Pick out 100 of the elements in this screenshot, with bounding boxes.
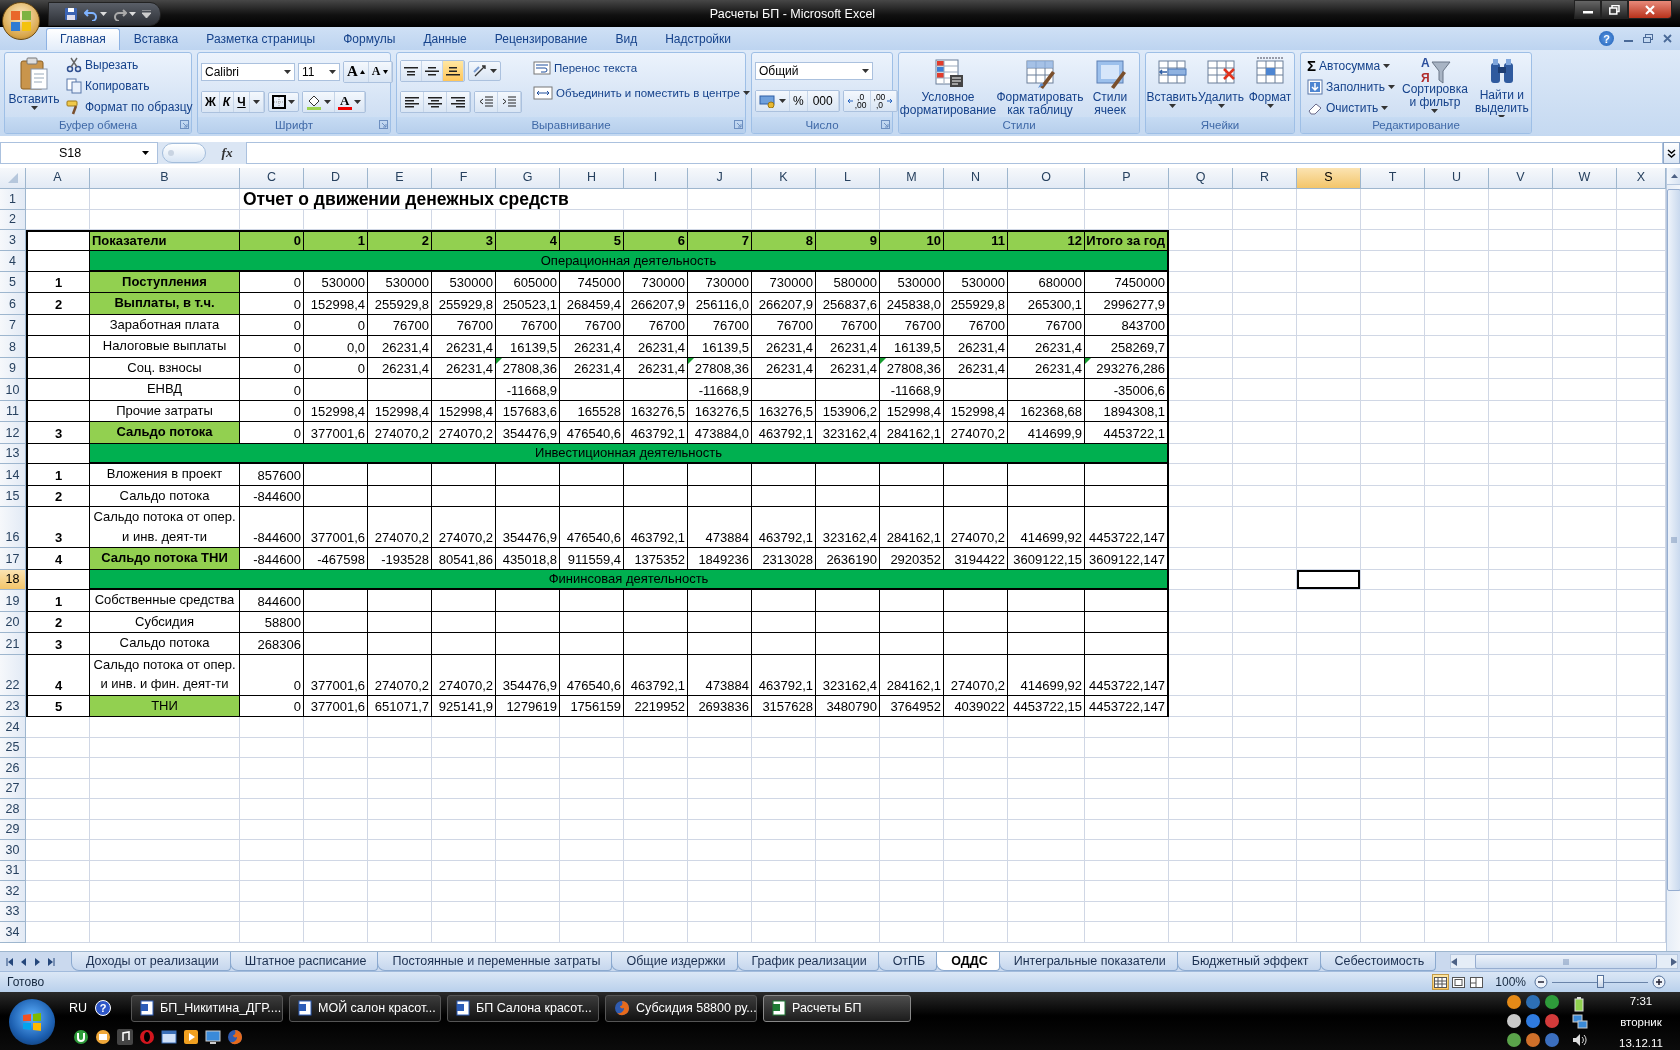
percent-button[interactable]: % [790, 91, 808, 112]
column-header[interactable]: E [368, 168, 432, 189]
increase-decimal-button[interactable]: ,0 ,00 [843, 91, 871, 112]
column-header[interactable]: L [816, 168, 880, 189]
wrap-text-button[interactable]: Перенос текста [532, 58, 751, 78]
row-number[interactable]: 22 [0, 654, 26, 696]
column-header[interactable]: I [624, 168, 688, 189]
row-number[interactable]: 1 [0, 189, 26, 210]
help-button[interactable]: ? [95, 1000, 111, 1016]
name-box[interactable]: S18 [0, 142, 158, 164]
number-format-field[interactable]: Общий [755, 61, 873, 80]
ribbon-tab[interactable]: Вставка [119, 28, 193, 50]
cells-button[interactable]: Вставить [1149, 55, 1195, 115]
column-header[interactable]: T [1361, 168, 1425, 189]
taskbar-button[interactable]: МОЙ салон красот... [289, 994, 441, 1022]
row-number[interactable]: 6 [0, 293, 26, 315]
row-number[interactable]: 25 [0, 737, 26, 758]
column-header[interactable]: U [1425, 168, 1489, 189]
row-number[interactable]: 31 [0, 860, 26, 881]
taskbar-button[interactable]: Субсидия 58800 ру... [605, 994, 757, 1022]
row-number[interactable]: 17 [0, 548, 26, 570]
column-header[interactable]: D [304, 168, 368, 189]
column-header[interactable]: A [26, 168, 90, 189]
taskbar-button[interactable]: Расчеты БП [763, 994, 911, 1022]
sheet-tab[interactable]: Интегральные показатели [998, 952, 1178, 971]
sheet-tab[interactable]: Бюджетный эффект [1176, 952, 1321, 971]
cut-button[interactable]: Вырезать [63, 55, 196, 75]
sheet-tab[interactable]: Общие издержки [611, 952, 738, 971]
thousands-format-button[interactable]: 000 [807, 91, 839, 112]
row-number[interactable]: 34 [0, 922, 26, 943]
row-number[interactable]: 16 [0, 507, 26, 548]
column-header[interactable]: N [944, 168, 1008, 189]
row-number[interactable]: 14 [0, 464, 26, 486]
row-number[interactable]: 12 [0, 422, 26, 444]
column-header[interactable]: K [752, 168, 816, 189]
bold-button[interactable]: Ж [202, 92, 220, 113]
row-number[interactable]: 28 [0, 799, 26, 820]
taskbar-button[interactable]: БП_Никитина_ДГР.... [131, 994, 283, 1022]
sort-filter-button[interactable]: А Я Сортировка и фильтр [1400, 55, 1469, 115]
ribbon-tab[interactable]: Надстройки [651, 28, 745, 50]
language-indicator[interactable]: RU [69, 1001, 89, 1015]
column-header[interactable]: P [1085, 168, 1169, 189]
merge-center-button[interactable]: Объединить и поместить в центре [532, 83, 751, 103]
row-number[interactable]: 11 [0, 400, 26, 422]
column-header[interactable]: S [1297, 168, 1361, 189]
ribbon-tab[interactable]: Формулы [329, 28, 410, 50]
column-header[interactable]: C [240, 168, 304, 189]
cells-button[interactable]: Формат [1247, 55, 1293, 115]
column-header[interactable]: F [432, 168, 496, 189]
row-number[interactable]: 4 [0, 251, 26, 272]
row-number[interactable]: 10 [0, 379, 26, 401]
copy-button[interactable]: Копировать [63, 76, 196, 96]
decrease-decimal-button[interactable]: ,00 ,0 [870, 91, 898, 112]
row-number[interactable]: 3 [0, 230, 26, 251]
row-number[interactable]: 33 [0, 901, 26, 922]
row-number[interactable]: 5 [0, 271, 26, 293]
row-number[interactable]: 8 [0, 336, 26, 358]
taskbar-button[interactable]: БП Салона красот... [447, 994, 599, 1022]
column-header[interactable]: G [496, 168, 560, 189]
ribbon-tab[interactable]: Данные [409, 28, 481, 50]
clear-button[interactable]: Очистить [1304, 98, 1398, 118]
shrink-font-button[interactable]: A [368, 61, 392, 82]
column-header[interactable]: O [1008, 168, 1085, 189]
column-header[interactable]: B [90, 168, 240, 189]
format-painter-button[interactable]: Формат по образцу [63, 97, 196, 117]
column-header[interactable]: W [1553, 168, 1617, 189]
sheet-tab[interactable]: Штатное расписание [229, 952, 379, 971]
row-number[interactable]: 15 [0, 485, 26, 507]
row-number[interactable]: 13 [0, 443, 26, 464]
column-header[interactable]: H [560, 168, 624, 189]
font-name-field[interactable]: Calibri [201, 62, 295, 81]
autosum-button[interactable]: Σ Автосумма [1304, 55, 1398, 76]
row-number[interactable]: 30 [0, 840, 26, 861]
insert-function-button[interactable]: fx [210, 142, 244, 164]
font-color-button[interactable]: A [334, 92, 365, 113]
row-number[interactable]: 18 [0, 569, 26, 590]
cells-button[interactable]: Удалить [1198, 55, 1244, 115]
column-header[interactable]: J [688, 168, 752, 189]
ribbon-tab[interactable]: Рецензирование [480, 28, 602, 50]
zoom-level[interactable]: 100% [1495, 975, 1526, 989]
sheet-tab[interactable]: Доходы от реализации [71, 952, 231, 971]
font-size-field[interactable]: 11 [298, 62, 340, 81]
row-number[interactable]: 9 [0, 357, 26, 379]
row-number[interactable]: 21 [0, 633, 26, 655]
row-number[interactable]: 26 [0, 758, 26, 779]
row-number[interactable]: 20 [0, 611, 26, 633]
row-number[interactable]: 2 [0, 209, 26, 230]
column-header[interactable]: M [880, 168, 944, 189]
column-header[interactable]: X [1617, 168, 1666, 189]
ribbon-tab[interactable]: Разметка страницы [192, 28, 330, 50]
row-number[interactable]: 7 [0, 314, 26, 336]
ribbon-tab[interactable]: Вид [601, 28, 652, 50]
column-header[interactable]: R [1233, 168, 1297, 189]
paste-button[interactable]: Вставить [8, 55, 60, 115]
row-number[interactable]: 32 [0, 881, 26, 902]
sheet-tab[interactable]: ОтПБ [877, 952, 938, 971]
grow-font-button[interactable]: A [344, 61, 369, 82]
sheet-tab[interactable]: ОДДС [936, 952, 1000, 971]
underline-button[interactable]: Ч [234, 92, 250, 113]
sheet-tab[interactable]: График реализации [736, 952, 879, 971]
